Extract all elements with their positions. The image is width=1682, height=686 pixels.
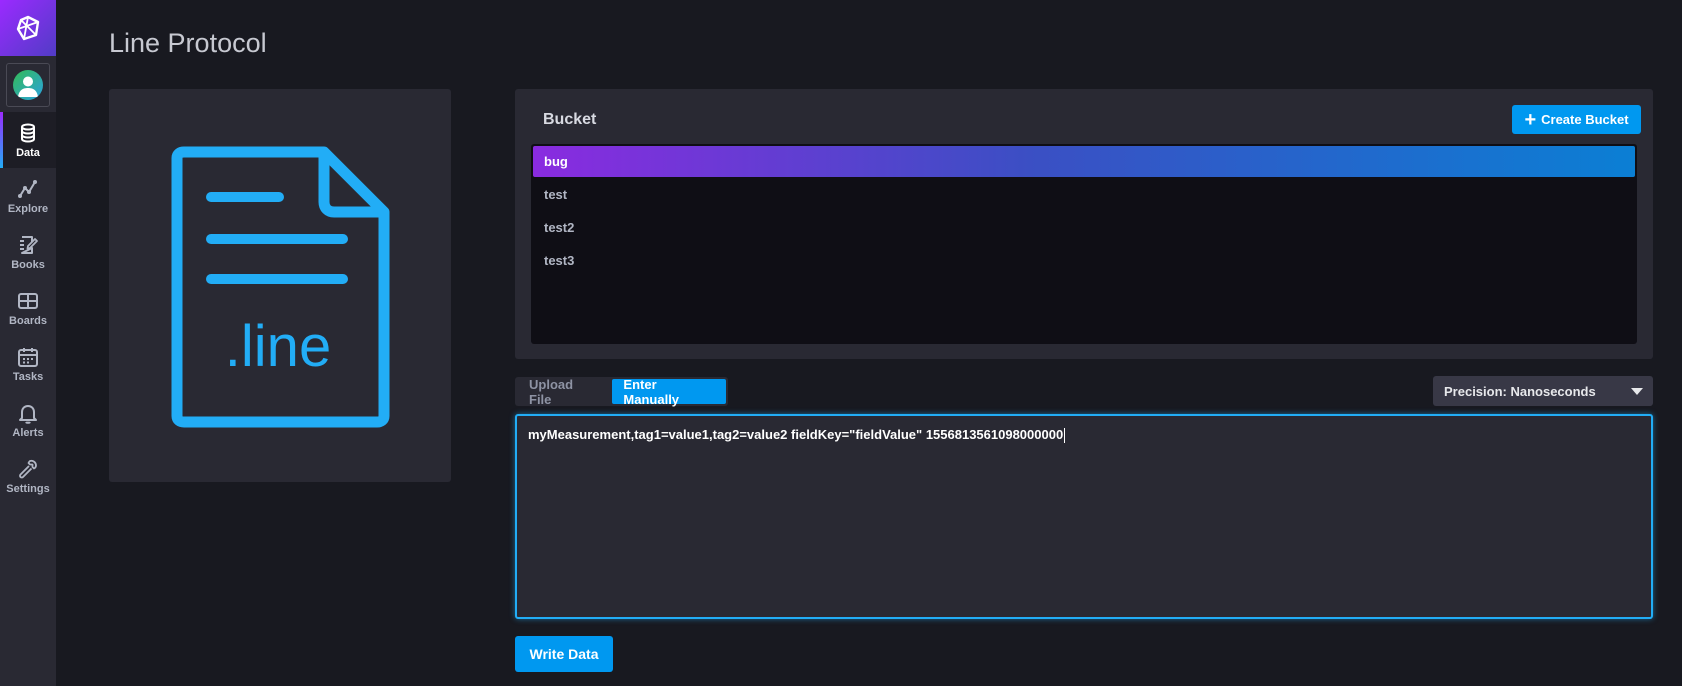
sidebar-item-label: Boards (9, 314, 47, 327)
database-icon (21, 123, 35, 143)
sidebar-item-label: Settings (6, 482, 50, 495)
bucket-list[interactable]: bug test test2 test3 (531, 144, 1637, 344)
sidebar-item-label: Data (16, 146, 40, 159)
bucket-list-item[interactable]: bug (533, 146, 1635, 177)
upload-file-tab[interactable]: Upload File (517, 377, 610, 407)
sidebar-item-explore[interactable]: Explore (0, 168, 56, 224)
wrench-icon (19, 459, 37, 478)
enter-manually-tab[interactable]: Enter Manually (612, 377, 726, 407)
notebook-icon (20, 235, 38, 254)
sidebar-item-label: Explore (7, 202, 49, 215)
dashboards-icon (18, 292, 38, 309)
precision-dropdown[interactable]: Precision: Nanoseconds (1433, 376, 1653, 406)
sidebar-item-label: Books (11, 258, 45, 271)
sidebar-item-data[interactable]: Data (0, 112, 56, 168)
bucket-list-item[interactable]: test (533, 179, 1635, 210)
line-protocol-text: myMeasurement,tag1=value1,tag2=value2 fi… (528, 427, 1064, 442)
write-data-button[interactable]: Write Data (515, 636, 613, 672)
calendar-icon (18, 347, 38, 367)
user-avatar-button[interactable] (6, 63, 50, 107)
document-icon: .line (171, 146, 390, 427)
sidebar-item-label: Tasks (12, 370, 44, 383)
input-mode-toggle: Upload File Enter Manually (515, 377, 728, 407)
graph-line-icon (18, 179, 37, 198)
bucket-list-item[interactable]: test3 (533, 245, 1635, 276)
influx-logo[interactable] (0, 0, 56, 56)
sidebar-item-alerts[interactable]: Alerts (0, 392, 56, 448)
text-cursor (1064, 428, 1066, 444)
create-bucket-label: Create Bucket (1541, 112, 1629, 127)
create-bucket-button[interactable]: + Create Bucket (1512, 105, 1641, 134)
user-avatar-icon (13, 70, 43, 100)
bucket-list-item[interactable]: test2 (533, 212, 1635, 243)
bell-icon (19, 404, 37, 424)
caret-down-icon (1631, 388, 1643, 395)
plus-icon: + (1524, 108, 1537, 131)
sidebar: Data Explore Books Boards Tasks Alerts S… (0, 0, 56, 686)
sidebar-item-tasks[interactable]: Tasks (0, 336, 56, 392)
file-extension-label: .line (225, 314, 331, 379)
sidebar-item-boards[interactable]: Boards (0, 280, 56, 336)
sidebar-item-label: Alerts (12, 426, 44, 439)
bucket-panel: Bucket + Create Bucket bug test test2 te… (515, 89, 1653, 359)
page-title: Line Protocol (109, 28, 267, 58)
file-type-card: .line (109, 89, 451, 482)
bucket-title: Bucket (543, 111, 597, 128)
sidebar-item-settings[interactable]: Settings (0, 448, 56, 504)
influx-logo-icon (16, 15, 40, 41)
precision-dropdown-label: Precision: Nanoseconds (1444, 383, 1596, 399)
sidebar-item-books[interactable]: Books (0, 224, 56, 280)
line-protocol-textarea[interactable]: myMeasurement,tag1=value1,tag2=value2 fi… (515, 414, 1653, 619)
